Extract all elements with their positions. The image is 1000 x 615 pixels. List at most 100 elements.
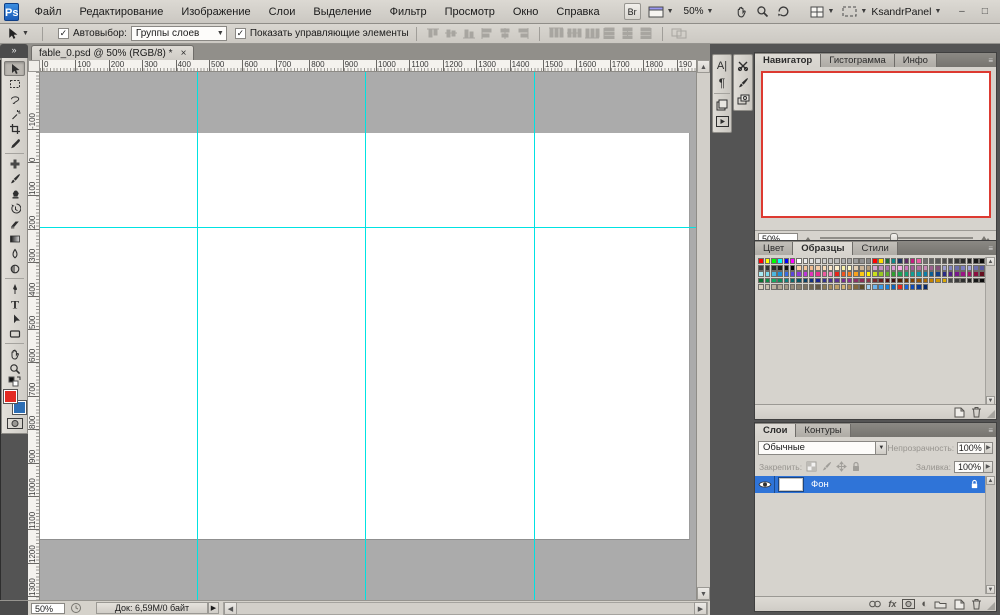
swatch[interactable]	[809, 271, 814, 277]
new-swatch-icon[interactable]	[953, 407, 965, 418]
swatch[interactable]	[796, 258, 801, 264]
swatch[interactable]	[923, 278, 928, 284]
swatch[interactable]	[790, 271, 795, 277]
swatch[interactable]	[960, 278, 965, 284]
layers-tab-контуры[interactable]: Контуры	[796, 424, 850, 437]
lock-paint-icon[interactable]	[821, 461, 832, 472]
swatch[interactable]	[777, 278, 782, 284]
swatch[interactable]	[954, 265, 959, 271]
swatches-tab-цвет[interactable]: Цвет	[755, 242, 793, 255]
history-brush-tool[interactable]	[4, 201, 25, 216]
swatch[interactable]	[828, 265, 833, 271]
swatch[interactable]	[859, 284, 864, 290]
swatch[interactable]	[847, 284, 852, 290]
swatch[interactable]	[822, 278, 827, 284]
swatch[interactable]	[784, 258, 789, 264]
menu-слои[interactable]: Слои	[260, 0, 305, 24]
guide-vertical[interactable]	[534, 72, 535, 600]
lock-all-icon[interactable]	[851, 461, 861, 473]
hand-tool-button[interactable]	[735, 5, 748, 18]
link-layers-icon[interactable]	[868, 600, 882, 608]
swatch[interactable]	[923, 271, 928, 277]
swatch[interactable]	[796, 284, 801, 290]
swatch[interactable]	[771, 284, 776, 290]
collapse-toolbar-button[interactable]: »	[0, 44, 28, 58]
menu-файл[interactable]: Файл	[25, 0, 70, 24]
swatch[interactable]	[891, 265, 896, 271]
new-layer-icon[interactable]	[953, 599, 965, 610]
distribute-right-icon[interactable]	[638, 27, 654, 40]
align-left-icon[interactable]	[479, 27, 495, 40]
maximize-button[interactable]: □	[978, 6, 991, 17]
auto-select-checkbox[interactable]: ✓	[58, 28, 69, 39]
swatch[interactable]	[758, 265, 763, 271]
swatch[interactable]	[828, 258, 833, 264]
lasso-tool[interactable]	[4, 91, 25, 106]
swatch[interactable]	[822, 258, 827, 264]
bridge-button[interactable]: Br	[624, 3, 641, 20]
horizontal-ruler[interactable]: 0100200300400500600700800900100011001200…	[40, 60, 696, 72]
swatch[interactable]	[885, 284, 890, 290]
close-document-icon[interactable]: ×	[181, 48, 187, 59]
swatch[interactable]	[847, 265, 852, 271]
swatch[interactable]	[853, 278, 858, 284]
swatch[interactable]	[904, 278, 909, 284]
swatch[interactable]	[777, 265, 782, 271]
character-panel-icon[interactable]: A|	[713, 57, 731, 74]
swatch[interactable]	[979, 265, 984, 271]
document-tab[interactable]: fable_0.psd @ 50% (RGB/8) * ×	[31, 45, 194, 60]
swatch[interactable]	[916, 265, 921, 271]
auto-align-icon[interactable]	[671, 27, 687, 40]
guide-vertical[interactable]	[197, 72, 198, 600]
swatch[interactable]	[765, 271, 770, 277]
swatch[interactable]	[929, 265, 934, 271]
swatch[interactable]	[771, 258, 776, 264]
guide-vertical[interactable]	[365, 72, 366, 600]
workspace-switcher[interactable]: KsandrPanel ▼	[871, 6, 941, 18]
swatch[interactable]	[853, 284, 858, 290]
swatch[interactable]	[904, 265, 909, 271]
swatch[interactable]	[765, 265, 770, 271]
layer-mask-icon[interactable]	[902, 599, 915, 609]
swatch[interactable]	[885, 265, 890, 271]
screen-mode-button[interactable]: ▼	[842, 6, 867, 17]
swatch[interactable]	[834, 278, 839, 284]
swatch[interactable]	[967, 278, 972, 284]
swatch[interactable]	[954, 258, 959, 264]
layer-comps-panel-icon[interactable]	[713, 96, 731, 113]
swatch[interactable]	[765, 278, 770, 284]
swatch[interactable]	[872, 258, 877, 264]
scroll-down-icon[interactable]: ▼	[697, 587, 710, 600]
magic-wand-tool[interactable]	[4, 106, 25, 121]
actions-panel-icon[interactable]	[713, 113, 731, 130]
layer-thumbnail[interactable]	[779, 478, 803, 491]
swatch[interactable]	[815, 265, 820, 271]
swatch[interactable]	[758, 284, 763, 290]
swatch[interactable]	[948, 265, 953, 271]
swatch[interactable]	[872, 271, 877, 277]
path-selection-tool[interactable]	[4, 311, 25, 326]
swatch[interactable]	[784, 271, 789, 277]
swatch[interactable]	[904, 258, 909, 264]
swatch[interactable]	[796, 271, 801, 277]
brush-presets-panel-icon[interactable]	[734, 74, 752, 91]
swatch[interactable]	[859, 271, 864, 277]
swatch[interactable]	[815, 271, 820, 277]
align-top-icon[interactable]	[425, 27, 441, 40]
lock-transparency-icon[interactable]	[806, 461, 817, 472]
swatch[interactable]	[948, 278, 953, 284]
trash-icon[interactable]	[971, 406, 982, 418]
foreground-color-swatch[interactable]	[4, 390, 17, 403]
swatch[interactable]	[942, 271, 947, 277]
swatch[interactable]	[910, 271, 915, 277]
swatch[interactable]	[916, 258, 921, 264]
menu-выделение[interactable]: Выделение	[304, 0, 380, 24]
swatch[interactable]	[885, 278, 890, 284]
swatch[interactable]	[803, 271, 808, 277]
swatch[interactable]	[853, 258, 858, 264]
swatch[interactable]	[948, 271, 953, 277]
swatch[interactable]	[771, 278, 776, 284]
navigator-tab-навигатор[interactable]: Навигатор	[755, 54, 821, 67]
brush-tool[interactable]	[4, 171, 25, 186]
chevron-down-icon[interactable]: ▼	[876, 441, 887, 455]
